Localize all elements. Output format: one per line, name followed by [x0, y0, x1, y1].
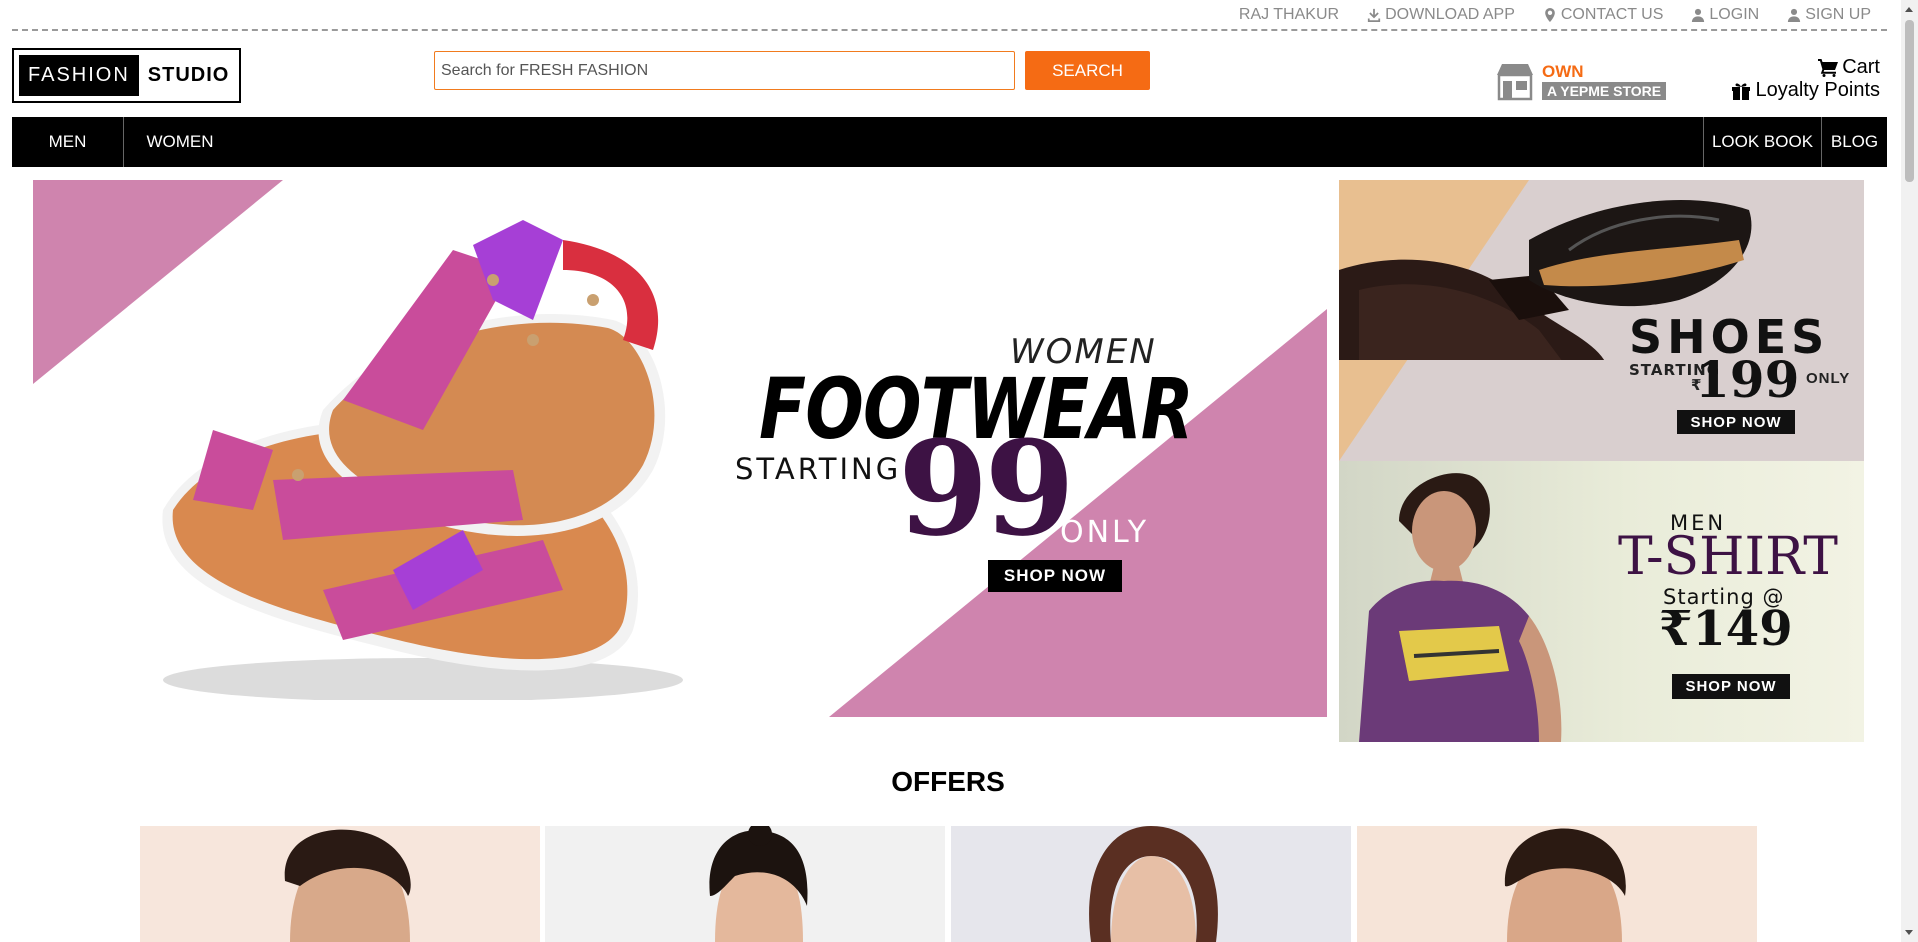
tshirt-price: ₹149	[1659, 601, 1793, 657]
gift-icon	[1732, 83, 1751, 100]
cart-label: Cart	[1842, 56, 1880, 78]
download-app-label: DOWNLOAD APP	[1385, 6, 1515, 23]
hero-banner-women-footwear[interactable]: WOMEN FOOTWEAR STARTING ₹ 99 ONLY SHOP N…	[33, 180, 1327, 717]
scroll-up-icon[interactable]	[1905, 7, 1913, 12]
site-logo[interactable]: FASHION STUDIO	[12, 48, 241, 103]
offer-card[interactable]	[1357, 826, 1757, 942]
nav-item-lookbook[interactable]: LOOK BOOK	[1703, 117, 1821, 167]
yepme-store-label: A YEPME STORE	[1542, 81, 1667, 100]
loyalty-points-label: Loyalty Points	[1755, 79, 1880, 101]
offer-image	[545, 826, 945, 942]
download-app-link[interactable]: DOWNLOAD APP	[1367, 6, 1515, 24]
signup-link[interactable]: SIGN UP	[1787, 6, 1871, 24]
offer-image	[140, 826, 540, 942]
map-pin-icon	[1545, 8, 1555, 22]
own-label: OWN	[1542, 61, 1584, 81]
shoes-shop-now-button[interactable]: SHOP NOW	[1677, 410, 1795, 434]
contact-us-label: CONTACT US	[1560, 6, 1664, 23]
banner-only: ONLY	[1060, 515, 1150, 550]
signup-label: SIGN UP	[1805, 6, 1871, 23]
sandal-image	[162, 220, 683, 700]
main-nav: MEN WOMEN LOOK BOOK BLOG	[12, 117, 1887, 167]
logo-word-left: FASHION	[19, 55, 139, 96]
user-icon	[1692, 8, 1705, 22]
side-banner-shoes[interactable]: SHOES STARTING ₹ 199 ONLY SHOP NOW	[1339, 180, 1864, 461]
offer-card[interactable]	[951, 826, 1351, 942]
model-image	[1359, 473, 1562, 742]
login-label: LOGIN	[1709, 6, 1760, 23]
user-name-label: RAJ THAKUR	[1238, 6, 1340, 23]
offer-image	[951, 826, 1351, 942]
cart-link[interactable]: Cart	[1818, 56, 1880, 79]
loyalty-points-link[interactable]: Loyalty Points	[1731, 79, 1880, 102]
user-icon	[1788, 8, 1801, 22]
nav-item-men[interactable]: MEN	[12, 117, 124, 167]
top-links: RAJ THAKUR DOWNLOAD APP CONTACT US LOGIN…	[1239, 6, 1871, 24]
page-scrollbar[interactable]	[1901, 0, 1918, 942]
scroll-down-icon[interactable]	[1905, 930, 1913, 935]
logo-word-right: STUDIO	[147, 64, 230, 86]
side-banner-tshirt[interactable]: MEN T-SHIRT Starting @ ₹149 SHOP NOW	[1339, 461, 1864, 742]
offer-image	[1357, 826, 1757, 942]
offer-card[interactable]	[140, 826, 540, 942]
search-input[interactable]	[434, 51, 1015, 90]
top-utility-bar: RAJ THAKUR DOWNLOAD APP CONTACT US LOGIN…	[12, 0, 1887, 31]
offer-card[interactable]	[545, 826, 945, 942]
cart-icon	[1818, 58, 1839, 77]
nav-item-women[interactable]: WOMEN	[124, 117, 236, 167]
search-button[interactable]: SEARCH	[1025, 51, 1150, 90]
own-store-link[interactable]: OWN A YEPME STORE	[1496, 61, 1667, 101]
login-link[interactable]: LOGIN	[1691, 6, 1759, 24]
contact-us-link[interactable]: CONTACT US	[1543, 6, 1664, 24]
download-icon	[1367, 8, 1381, 22]
tshirt-title: T-SHIRT	[1618, 527, 1838, 587]
banner-shop-now-button[interactable]: SHOP NOW	[988, 560, 1122, 592]
offers-heading: OFFERS	[891, 766, 1005, 797]
user-name-link[interactable]: RAJ THAKUR	[1239, 6, 1339, 24]
scrollbar-thumb[interactable]	[1905, 20, 1914, 182]
tshirt-shop-now-button[interactable]: SHOP NOW	[1672, 674, 1790, 699]
banner-price: 99	[898, 412, 1075, 565]
shoes-price: 199	[1695, 350, 1800, 409]
storefront-icon	[1497, 64, 1533, 101]
nav-item-blog[interactable]: BLOG	[1821, 117, 1887, 167]
shoes-only: ONLY	[1806, 370, 1851, 387]
